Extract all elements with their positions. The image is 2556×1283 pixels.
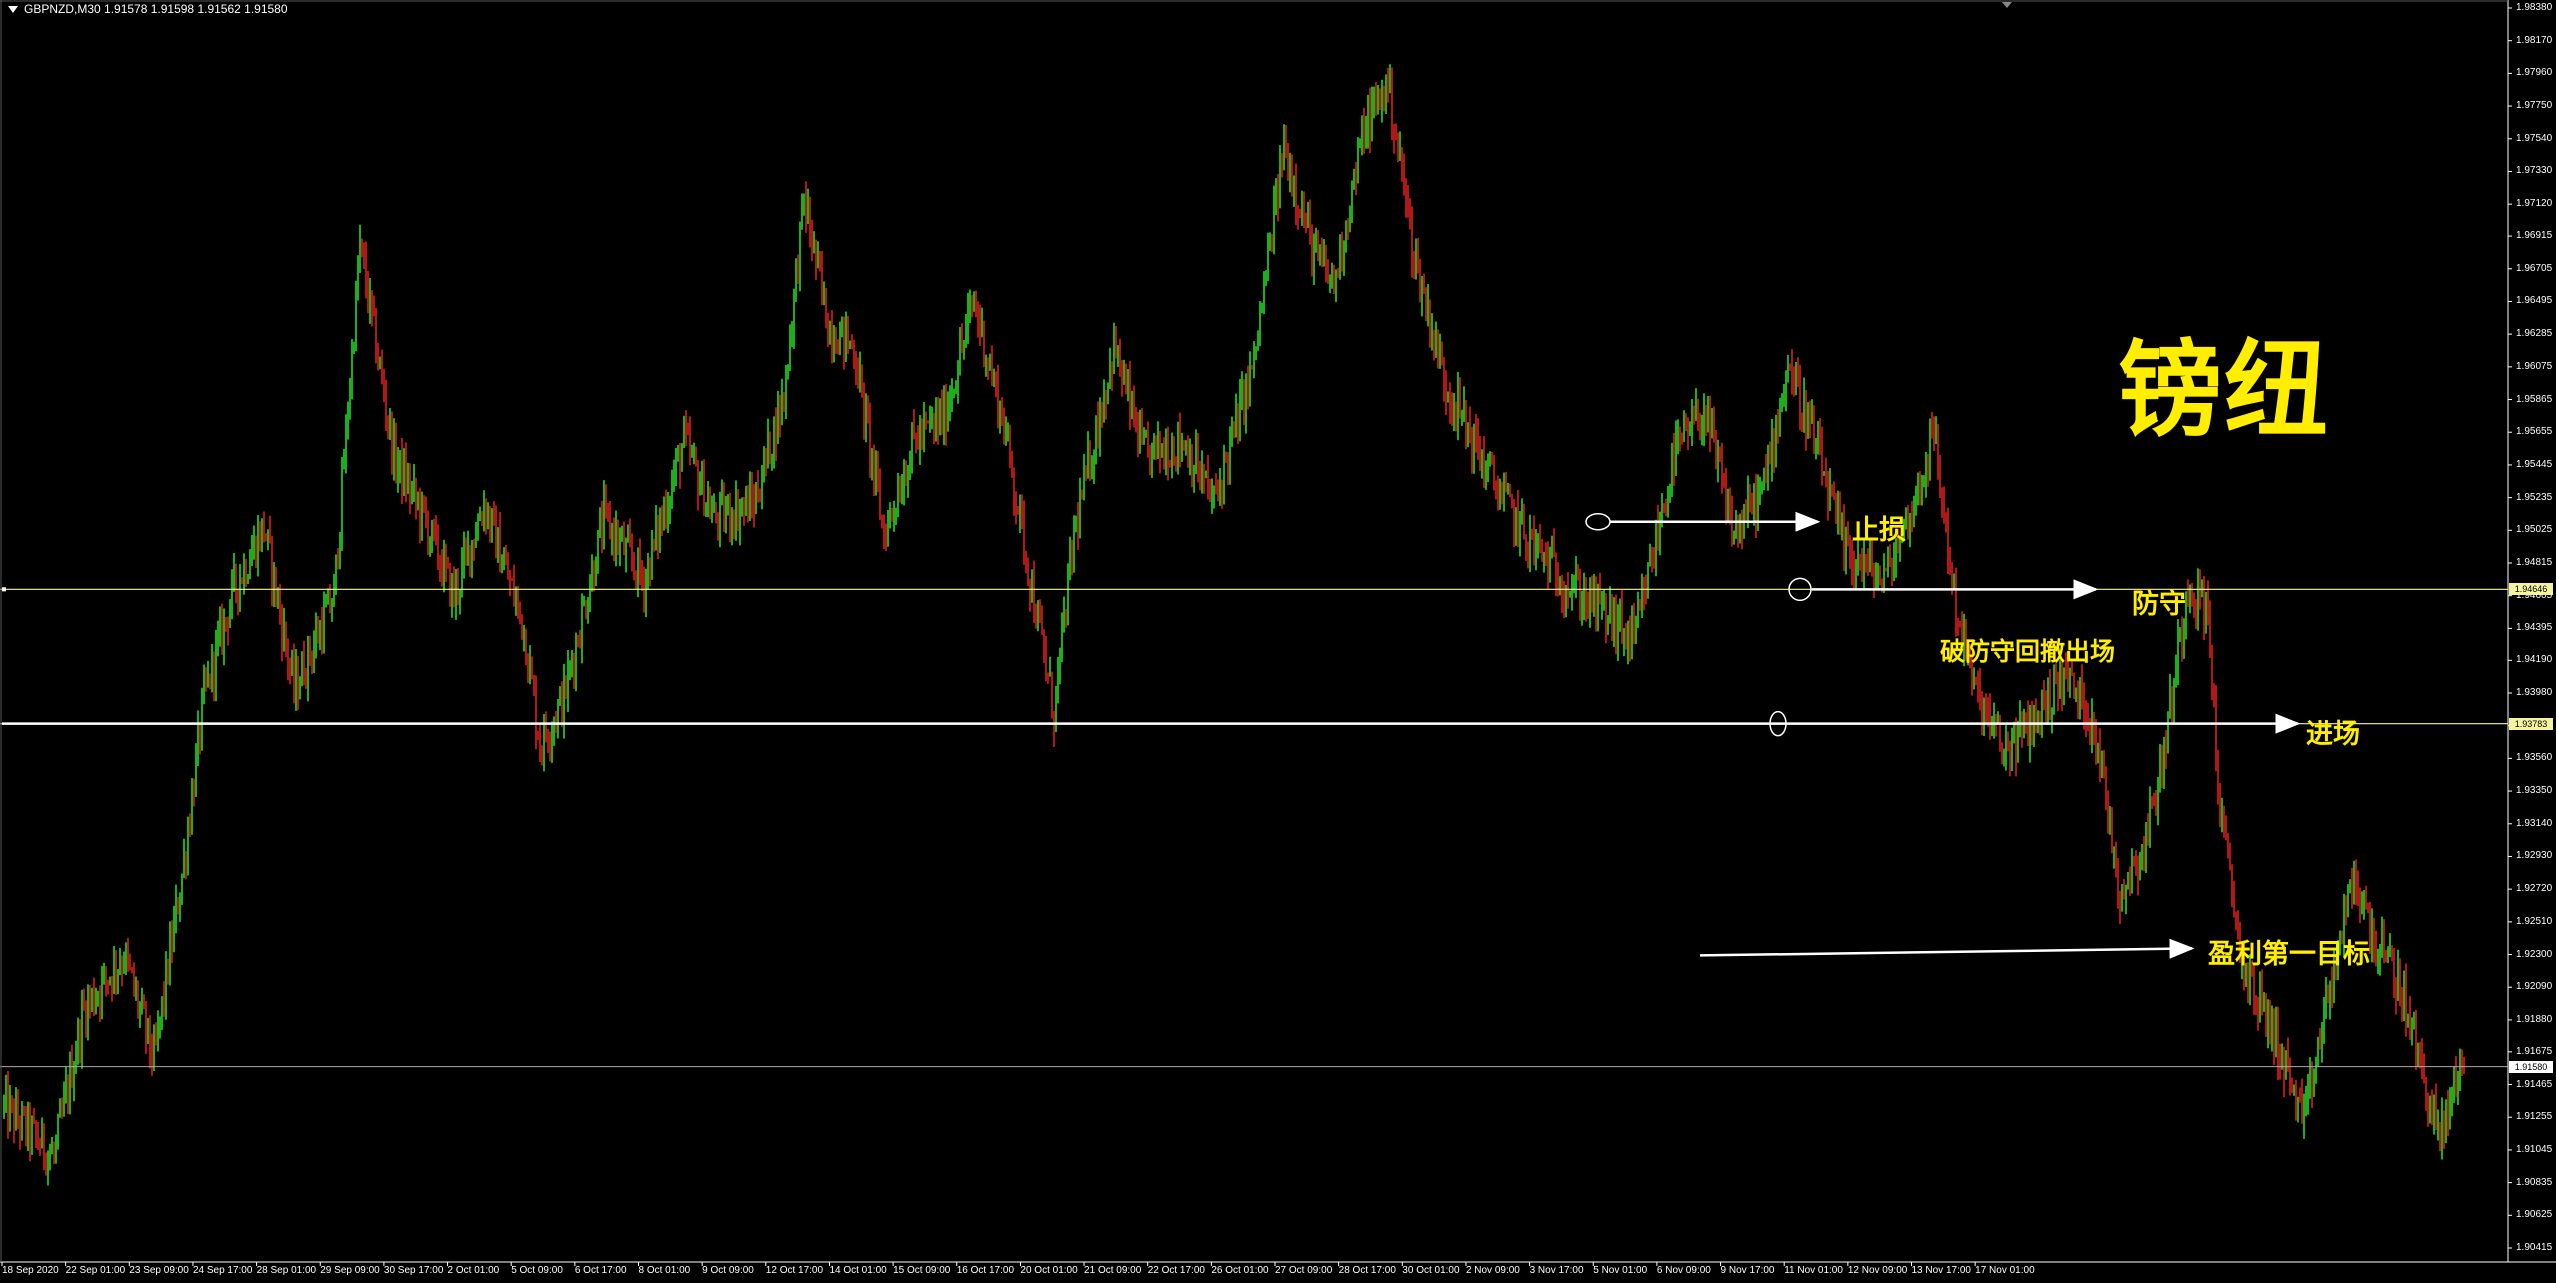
time-tick-label: 3 Nov 17:00 bbox=[1529, 1265, 1584, 1276]
time-tick-label: 5 Nov 01:00 bbox=[1593, 1265, 1648, 1276]
symbol-header: GBPNZD,M30 1.91578 1.91598 1.91562 1.915… bbox=[8, 2, 288, 16]
price-tick-label: 1.96495 bbox=[2516, 295, 2553, 307]
defense-label: 防守 bbox=[2132, 589, 2186, 620]
price-tick-label: 1.97960 bbox=[2516, 67, 2553, 79]
time-tick-label: 30 Oct 01:00 bbox=[1402, 1265, 1460, 1276]
first-target-label: 盈利第一目标 bbox=[2208, 939, 2370, 970]
time-tick-label: 6 Oct 17:00 bbox=[574, 1265, 627, 1276]
stop-loss-circle bbox=[1585, 512, 1611, 531]
time-tick-label: 21 Oct 09:00 bbox=[1084, 1265, 1142, 1276]
price-tick-label: 1.91465 bbox=[2516, 1078, 2553, 1090]
time-tick-label: 17 Nov 01:00 bbox=[1975, 1265, 2035, 1276]
price-tick-label: 1.95445 bbox=[2516, 458, 2553, 470]
time-tick-label: 22 Sep 01:00 bbox=[65, 1265, 126, 1276]
time-tick-label: 22 Oct 17:00 bbox=[1147, 1265, 1205, 1276]
time-tick-label: 9 Nov 17:00 bbox=[1720, 1265, 1775, 1276]
price-tick-label: 1.96915 bbox=[2516, 230, 2553, 242]
time-tick-label: 18 Sep 2020 bbox=[2, 1265, 59, 1276]
triangle-icon[interactable] bbox=[8, 6, 18, 14]
time-tick-label: 14 Oct 01:00 bbox=[829, 1265, 887, 1276]
entry-price-tag: 1.93783 bbox=[2509, 717, 2553, 730]
price-tick-label: 1.96705 bbox=[2516, 262, 2553, 274]
time-tick-label: 24 Sep 17:00 bbox=[192, 1265, 253, 1276]
time-tick-label: 9 Oct 09:00 bbox=[702, 1265, 754, 1276]
shift-marker-icon[interactable] bbox=[2002, 2, 2012, 8]
price-tick-label: 1.94815 bbox=[2516, 557, 2553, 568]
price-tick-label: 1.93140 bbox=[2516, 817, 2553, 829]
time-tick-label: 12 Oct 17:00 bbox=[765, 1265, 824, 1276]
price-tick-label: 1.92510 bbox=[2516, 915, 2553, 927]
price-tick-label: 1.91045 bbox=[2516, 1143, 2553, 1155]
defense-line-handle[interactable] bbox=[2, 587, 6, 592]
price-tick-label: 1.91255 bbox=[2516, 1111, 2553, 1123]
time-tick-label: 20 Oct 01:00 bbox=[1020, 1265, 1078, 1276]
time-tick-label: 13 Nov 17:00 bbox=[1911, 1265, 1972, 1276]
price-tick-label: 1.94395 bbox=[2516, 622, 2553, 634]
price-tick-label: 1.98170 bbox=[2516, 34, 2553, 46]
stop-loss-label: 止损 bbox=[1852, 515, 1906, 546]
price-tick-label: 1.91675 bbox=[2516, 1045, 2553, 1057]
price-tick-label: 1.96285 bbox=[2516, 328, 2553, 340]
price-tick-label: 1.91880 bbox=[2516, 1013, 2553, 1025]
price-tick-label: 1.92090 bbox=[2516, 981, 2553, 993]
price-tick-label: 1.90625 bbox=[2516, 1209, 2553, 1221]
time-tick-label: 30 Sep 17:00 bbox=[383, 1265, 444, 1276]
price-chart[interactable] bbox=[0, 0, 2556, 1283]
price-tick-label: 1.97540 bbox=[2516, 132, 2553, 144]
time-tick-label: 5 Oct 09:00 bbox=[511, 1265, 563, 1276]
time-tick-label: 8 Oct 01:00 bbox=[638, 1265, 691, 1276]
break-defense-exit-label: 破防守回撤出场 bbox=[1940, 637, 2116, 666]
time-tick-label: 12 Nov 09:00 bbox=[1847, 1265, 1908, 1276]
candle-series bbox=[3, 64, 2465, 1186]
price-tick-label: 1.93350 bbox=[2516, 785, 2553, 797]
price-tick-label: 1.97120 bbox=[2516, 198, 2553, 210]
price-tick-label: 1.95865 bbox=[2516, 393, 2553, 405]
first-target-arrow bbox=[1699, 938, 2195, 959]
price-tick-label: 1.92720 bbox=[2516, 883, 2553, 895]
price-tick-label: 1.95655 bbox=[2516, 426, 2553, 438]
price-tick-label: 1.97330 bbox=[2516, 165, 2553, 177]
time-tick-label: 15 Oct 09:00 bbox=[893, 1265, 951, 1276]
price-tick-label: 1.97750 bbox=[2516, 100, 2553, 112]
price-tick-label: 1.92300 bbox=[2516, 948, 2553, 960]
price-tick-label: 1.95025 bbox=[2516, 524, 2553, 536]
price-tick-label: 1.98380 bbox=[2516, 2, 2553, 13]
price-tick-label: 1.90835 bbox=[2516, 1176, 2553, 1188]
time-tick-label: 28 Sep 01:00 bbox=[256, 1265, 317, 1276]
time-tick-label: 27 Oct 09:00 bbox=[1275, 1265, 1333, 1276]
price-tick-label: 1.90415 bbox=[2516, 1242, 2553, 1253]
price-tick-label: 1.92930 bbox=[2516, 850, 2553, 862]
time-tick-label: 2 Nov 09:00 bbox=[1465, 1265, 1520, 1276]
pair-title: 镑纽 bbox=[2118, 329, 2331, 451]
price-tick-label: 1.94190 bbox=[2516, 654, 2553, 666]
price-tick-label: 1.93560 bbox=[2516, 752, 2553, 764]
price-tick-label: 1.96075 bbox=[2516, 360, 2553, 372]
time-tick-label: 28 Oct 17:00 bbox=[1338, 1265, 1396, 1276]
time-tick-label: 23 Sep 09:00 bbox=[129, 1265, 189, 1276]
time-tick-label: 11 Nov 01:00 bbox=[1784, 1265, 1843, 1276]
time-tick-label: 2 Oct 01:00 bbox=[447, 1265, 500, 1276]
price-tick-label: 1.93980 bbox=[2516, 686, 2553, 698]
level-lines bbox=[0, 2, 2508, 1068]
time-tick-label: 16 Oct 17:00 bbox=[956, 1265, 1015, 1276]
time-tick-label: 26 Oct 01:00 bbox=[1211, 1265, 1269, 1276]
time-tick-label: 29 Sep 09:00 bbox=[320, 1265, 380, 1276]
price-tick-label: 1.95235 bbox=[2516, 491, 2553, 503]
symbol-ohlc-text: GBPNZD,M30 1.91578 1.91598 1.91562 1.915… bbox=[24, 2, 288, 16]
defense-price-tag: 1.94646 bbox=[2509, 583, 2553, 596]
current-price-tag: 1.91580 bbox=[2509, 1060, 2553, 1073]
time-tick-label: 6 Nov 09:00 bbox=[1656, 1265, 1711, 1276]
entry-label: 进场 bbox=[2306, 719, 2360, 750]
